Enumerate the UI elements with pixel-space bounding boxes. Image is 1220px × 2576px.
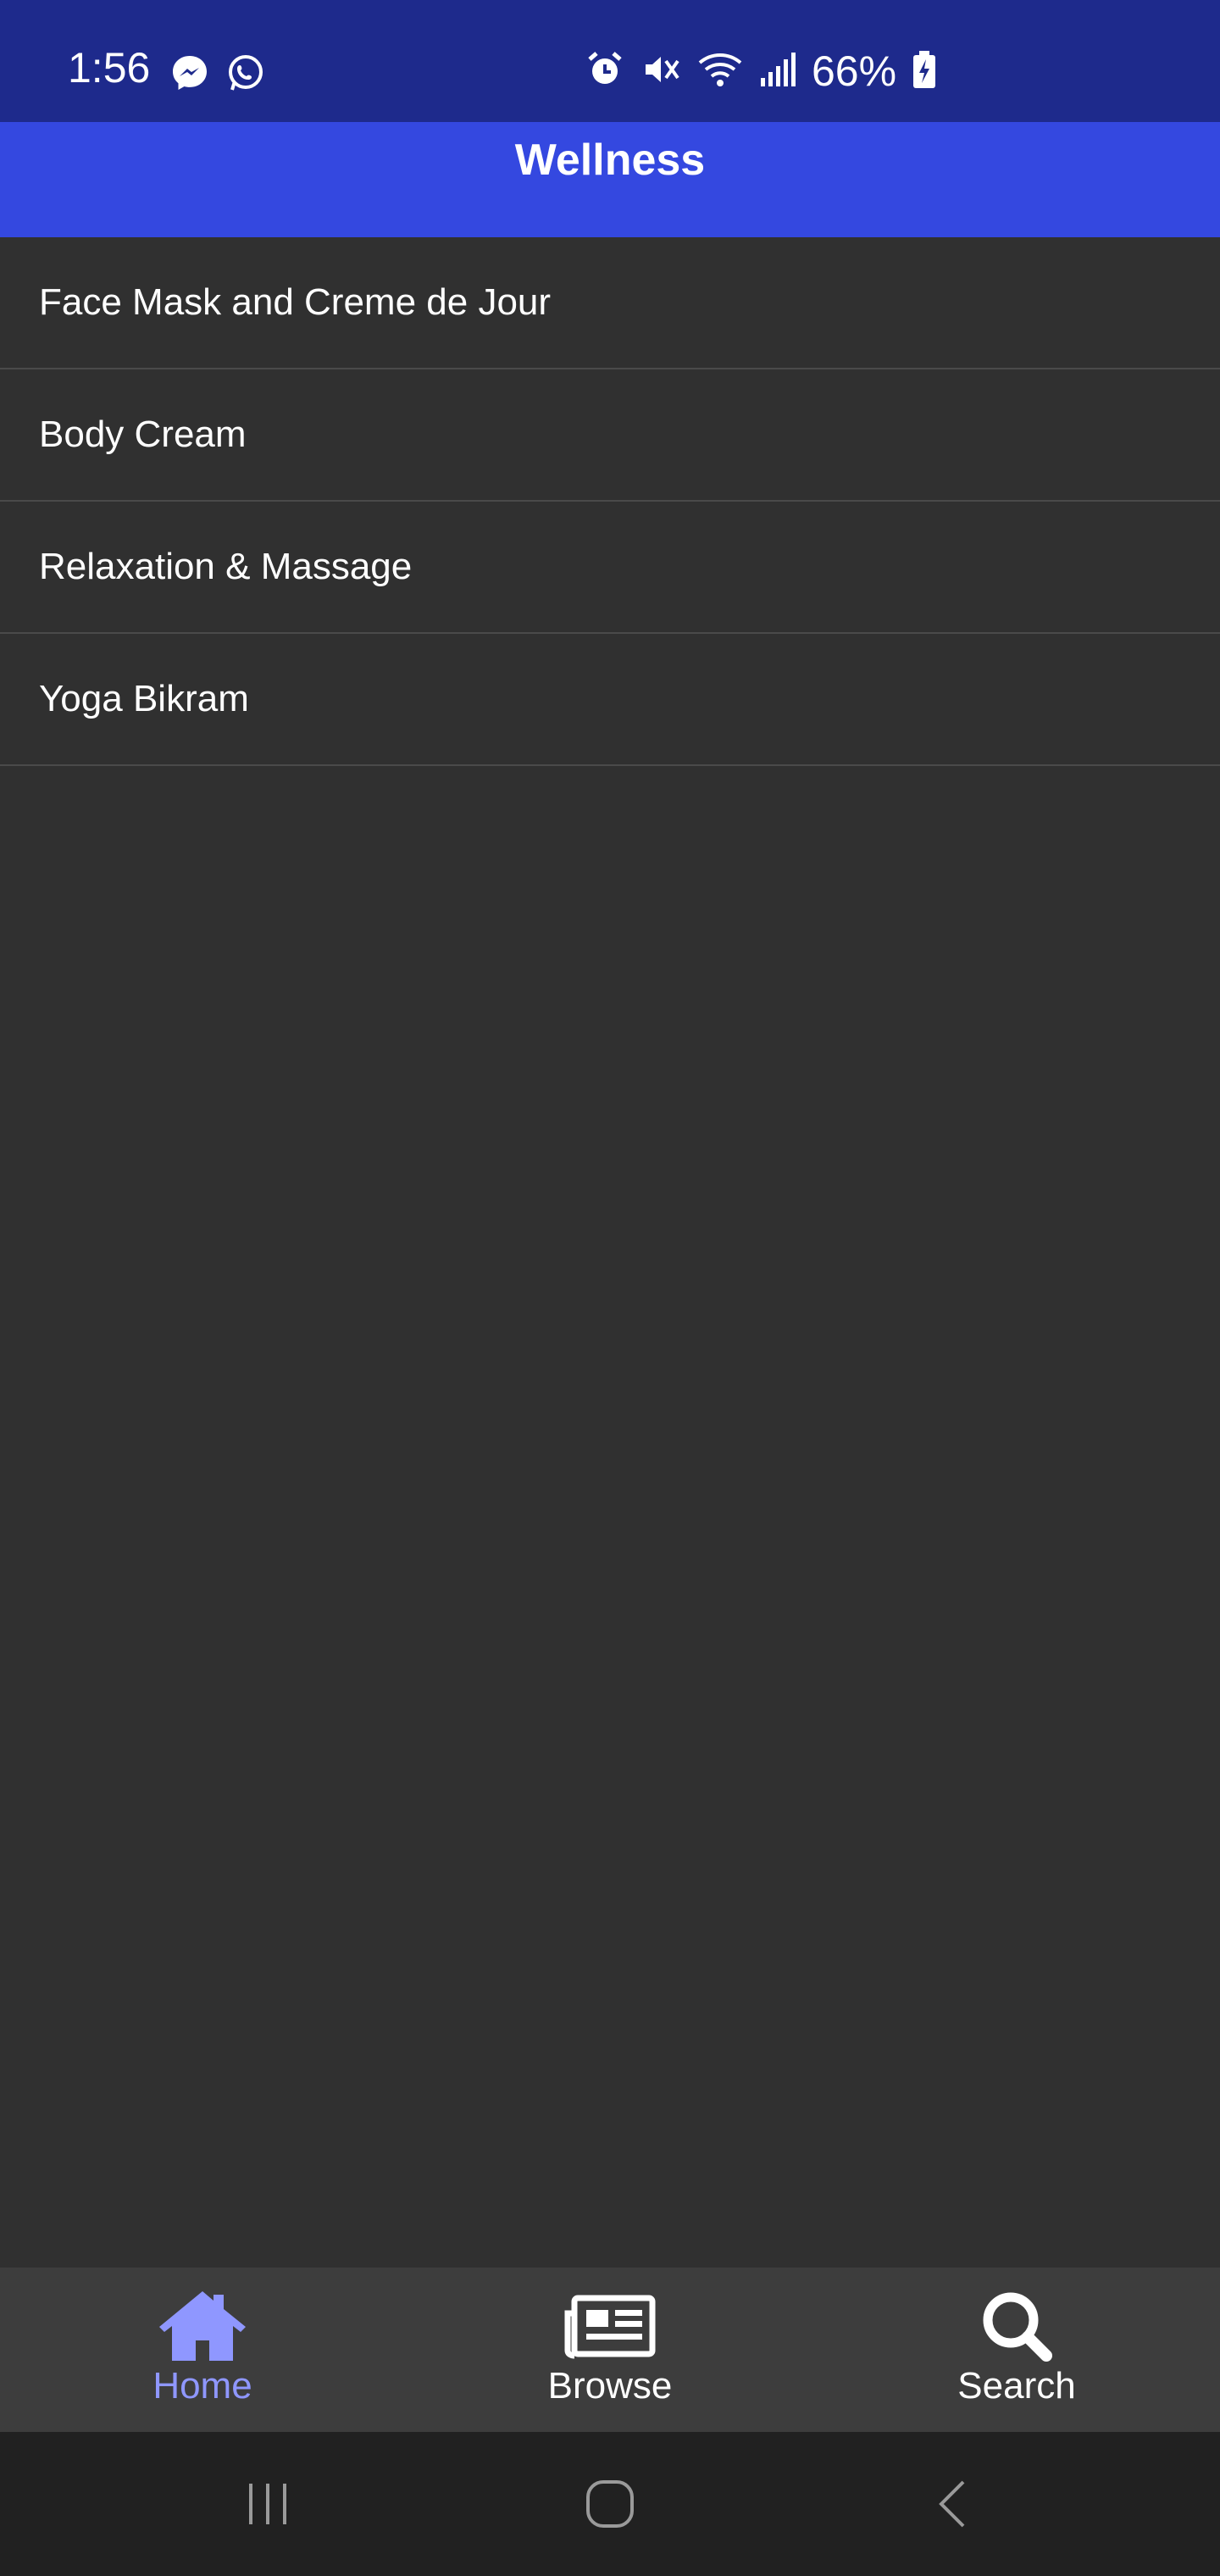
whatsapp-icon [225,53,266,97]
nav-home-label: Home [152,2365,252,2407]
mute-icon [640,49,681,94]
page-title: Wellness [514,136,706,185]
bottom-navigation: Home Browse Search [0,2268,1220,2432]
wifi-icon [696,49,744,94]
list-item-label: Face Mask and Creme de Jour [39,281,552,323]
notification-icons [169,53,266,97]
nav-search-tab[interactable]: Search [890,2268,1144,2432]
list-item-body-cream[interactable]: Body Cream [0,369,1220,502]
category-list: Face Mask and Creme de Jour Body Cream R… [0,237,1220,766]
list-item-label: Body Cream [39,414,247,455]
signal-icon [759,49,796,94]
recent-apps-icon[interactable] [217,2466,319,2542]
list-item-label: Relaxation & Massage [39,546,413,587]
app-screen: 1:56 66% Wellness Face Mask and Creme de… [0,0,1220,2576]
list-item-label: Yoga Bikram [39,678,249,719]
back-icon[interactable] [901,2466,1003,2542]
app-bar: Wellness [0,122,1220,237]
status-time: 1:56 [68,44,151,92]
list-item-relaxation-massage[interactable]: Relaxation & Massage [0,502,1220,634]
list-item-face-mask[interactable]: Face Mask and Creme de Jour [0,237,1220,369]
alarm-icon [585,49,625,94]
nav-home-tab[interactable]: Home [75,2268,330,2432]
messenger-icon [169,53,210,97]
battery-percent: 66% [812,47,897,95]
list-item-yoga-bikram[interactable]: Yoga Bikram [0,634,1220,766]
nav-browse-label: Browse [547,2365,673,2407]
battery-charging-icon [912,49,937,94]
system-navigation-bar [0,2432,1220,2576]
search-icon [890,2288,1144,2364]
system-status-icons: 66% [585,47,937,95]
newspaper-icon [483,2288,737,2364]
nav-search-label: Search [957,2365,1076,2407]
home-circle-icon[interactable] [559,2466,661,2542]
status-bar: 1:56 66% [0,0,1220,122]
nav-browse-tab[interactable]: Browse [483,2268,737,2432]
home-icon [75,2288,330,2364]
